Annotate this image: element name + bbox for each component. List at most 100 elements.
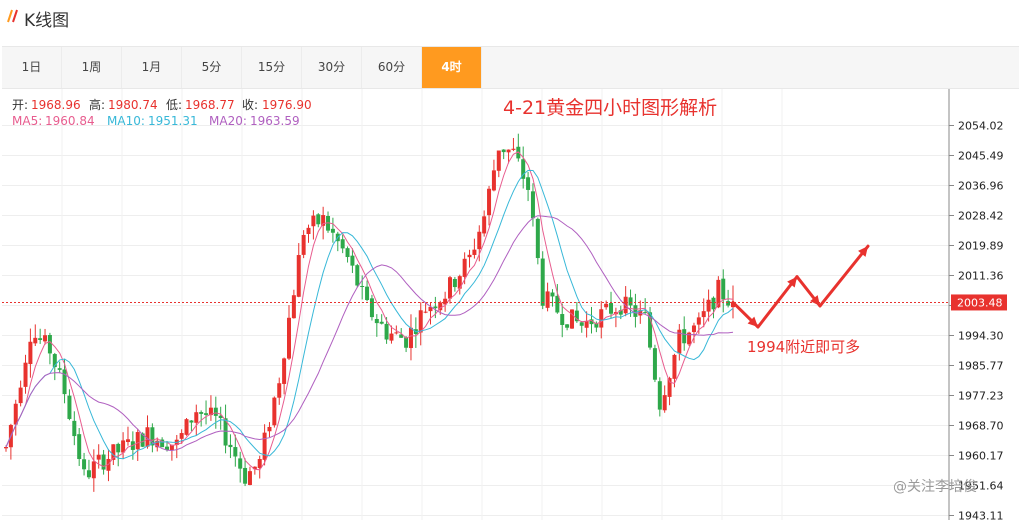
projection-arrows <box>731 244 870 329</box>
candle-body <box>194 412 199 423</box>
candle-body <box>477 231 482 250</box>
candle-body <box>101 454 106 470</box>
candle-body <box>565 324 570 328</box>
ma20-value: 1963.59 <box>250 114 300 128</box>
candle-body <box>86 470 91 478</box>
candle-body <box>38 338 43 340</box>
ma20-label: MA20: <box>209 114 247 128</box>
candle-body <box>184 419 189 435</box>
candle-body <box>448 277 453 299</box>
candle-body <box>423 311 428 313</box>
high-label: 高: <box>89 97 105 112</box>
watermark: @关注李培俊 <box>893 479 977 495</box>
candle-body <box>535 218 540 259</box>
candle-body <box>360 286 365 288</box>
y-tick-label: 2028.42 <box>958 210 1004 223</box>
candle-body <box>579 322 584 326</box>
candle-body <box>496 150 501 171</box>
candle-body <box>4 447 8 449</box>
candle-body <box>628 297 633 306</box>
ma5-value: 1960.84 <box>45 114 95 128</box>
y-tick-label: 1977.23 <box>958 390 1004 403</box>
candle-body <box>277 383 282 398</box>
candle-body <box>472 249 477 255</box>
candle-body <box>672 354 677 379</box>
high-value: 1980.74 <box>108 98 158 112</box>
candle-body <box>28 341 33 365</box>
candle-body <box>23 362 28 387</box>
candle-body <box>350 255 355 266</box>
candle-body <box>701 311 706 318</box>
candle-body <box>467 254 472 258</box>
candle-body <box>286 317 291 359</box>
y-tick-label: 2054.02 <box>958 120 1004 133</box>
open-value: 1968.96 <box>31 98 81 112</box>
candle-body <box>394 332 399 334</box>
candle-body <box>633 305 638 317</box>
candle-body <box>555 295 560 313</box>
candle-body <box>560 314 565 325</box>
candle-body <box>57 368 62 370</box>
candle-body <box>545 291 550 308</box>
y-tick-label: 1968.70 <box>958 420 1004 433</box>
candle-body <box>247 471 252 485</box>
candle-body <box>18 387 23 404</box>
candle-body <box>604 303 609 308</box>
candle-body <box>116 443 121 453</box>
projection-segment <box>818 244 870 308</box>
candle-body <box>404 337 409 348</box>
y-tick-label: 1960.17 <box>958 450 1004 463</box>
candle-body <box>228 444 233 448</box>
candle-body <box>408 327 413 349</box>
candle-body <box>125 439 130 443</box>
analysis-title: 4-21黄金四小时图形解析 <box>503 97 717 119</box>
candle-body <box>47 335 52 354</box>
candle-body <box>706 299 711 312</box>
low-label: 低: <box>166 98 182 112</box>
y-tick-label: 1994.30 <box>958 330 1004 343</box>
candle-body <box>369 298 374 318</box>
candle-body <box>238 458 243 469</box>
candle-body <box>296 255 301 297</box>
candle-body <box>67 395 72 419</box>
candle-body <box>267 426 272 432</box>
y-tick-label: 1985.77 <box>958 360 1004 373</box>
candle-body <box>272 397 277 426</box>
candle-body <box>682 329 687 344</box>
candle-body <box>584 321 589 328</box>
candle-body <box>657 381 662 410</box>
candle-body <box>340 239 345 249</box>
candle-body <box>379 321 384 324</box>
candle-body <box>550 292 555 297</box>
candle-body <box>282 358 287 384</box>
low-value: 1968.77 <box>185 98 235 112</box>
candle-body <box>569 309 574 329</box>
candlesticks <box>4 133 735 492</box>
ohlc-info: 开: 1968.96 高: 1980.74 低: 1968.77 收: 1976… <box>12 97 312 128</box>
candle-body <box>199 412 204 414</box>
candle-body <box>135 432 140 450</box>
candle-body <box>452 278 457 288</box>
candle-body <box>204 413 209 415</box>
ma10-value: 1951.31 <box>148 114 198 128</box>
candle-body <box>462 258 467 277</box>
ma5-label: MA5: <box>12 114 42 128</box>
candle-body <box>662 395 667 411</box>
candle-body <box>262 432 267 460</box>
y-tick-label: 2019.89 <box>958 240 1004 253</box>
candle-body <box>418 310 423 333</box>
candle-body <box>257 459 262 469</box>
y-tick-label: 2011.36 <box>958 270 1004 283</box>
candle-body <box>345 248 350 258</box>
candle-body <box>721 278 726 300</box>
candle-body <box>540 258 545 306</box>
candle-body <box>213 407 218 416</box>
candle-body <box>711 297 716 310</box>
y-tick-label: 2036.96 <box>958 180 1004 193</box>
ma20-line <box>5 215 734 452</box>
candle-body <box>609 303 614 314</box>
current-price-label: 2003.48 <box>957 296 1003 309</box>
support-note: 1994附近即可多 <box>747 338 860 356</box>
candle-body <box>291 295 296 319</box>
candle-body <box>233 447 238 457</box>
